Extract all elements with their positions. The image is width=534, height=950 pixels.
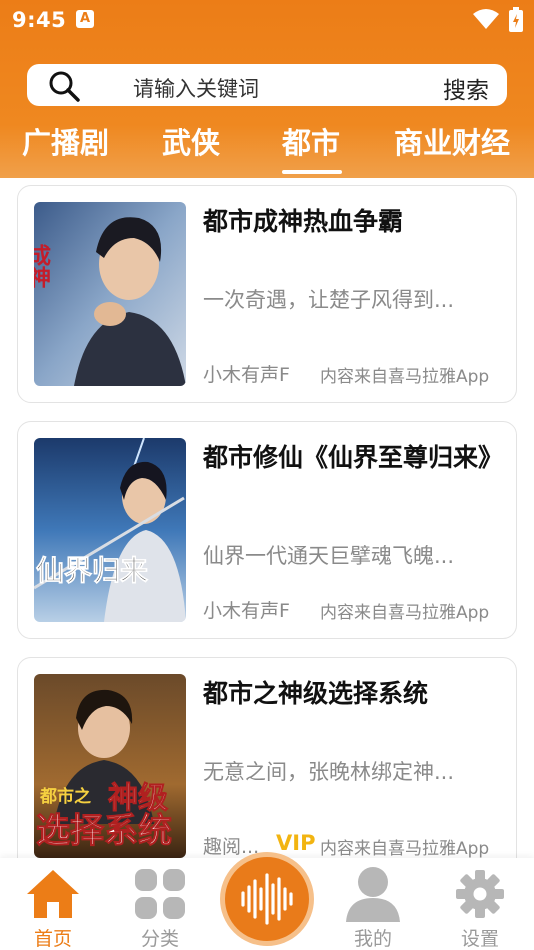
- book-title: 都市修仙《仙界至尊归来》: [203, 443, 504, 472]
- player-button[interactable]: [220, 852, 314, 946]
- nav-settings-label: 设置: [460, 928, 499, 950]
- status-bar: 9:45 A: [0, 0, 534, 42]
- status-time: 9:45: [12, 8, 67, 32]
- grid-icon: [135, 869, 185, 919]
- book-source: 内容来自喜马拉雅App: [320, 839, 490, 859]
- book-card[interactable]: 成神 都市成神热血争霸 一次奇遇，让楚子风得到... 小木有声F 内容来自喜马拉…: [17, 185, 517, 403]
- sound-wave-icon: [241, 873, 293, 925]
- wifi-icon: [473, 9, 499, 29]
- cover-title: 成神: [34, 244, 51, 288]
- home-icon: [27, 870, 79, 918]
- nav-settings[interactable]: 设置: [440, 858, 520, 950]
- nav-category-label: 分类: [140, 928, 179, 950]
- nav-home[interactable]: 首页: [13, 858, 93, 950]
- search-icon: [49, 71, 80, 102]
- tab-urban[interactable]: 都市: [282, 120, 340, 162]
- book-cover: 都市之 神级 选择系统: [34, 674, 186, 858]
- cover-title: 仙界归来: [36, 554, 148, 587]
- tab-business-finance[interactable]: 商业财经: [394, 120, 510, 162]
- nav-category[interactable]: 分类: [120, 858, 200, 950]
- book-description: 无意之间，张晚林绑定神...: [203, 760, 455, 784]
- book-source: 内容来自喜马拉雅App: [320, 367, 490, 387]
- book-card[interactable]: 都市之 神级 选择系统 都市之神级选择系统 无意之间，张晚林绑定神... 趣阅.…: [17, 657, 517, 875]
- book-title: 都市之神级选择系统: [203, 679, 429, 708]
- book-author: 小木有声F: [203, 364, 290, 386]
- book-card[interactable]: 仙界归来 都市修仙《仙界至尊归来》 仙界一代通天巨擘魂飞魄... 小木有声F 内…: [17, 421, 517, 639]
- gear-icon: [456, 870, 504, 918]
- search-button[interactable]: 搜索: [443, 71, 489, 105]
- tab-wuxia[interactable]: 武侠: [162, 120, 220, 162]
- user-icon: [346, 867, 400, 922]
- book-description: 仙界一代通天巨擘魂飞魄...: [203, 544, 455, 568]
- book-cover: 仙界归来: [34, 438, 186, 622]
- book-source: 内容来自喜马拉雅App: [320, 603, 490, 623]
- tab-radio-drama[interactable]: 广播剧: [22, 120, 109, 162]
- book-description: 一次奇遇，让楚子风得到...: [203, 288, 455, 312]
- category-tabs: 广播剧 武侠 都市 商业财经: [0, 118, 534, 178]
- cover-title-bottom: 选择系统: [36, 811, 172, 851]
- nav-home-label: 首页: [33, 928, 72, 950]
- battery-icon: [509, 7, 523, 32]
- book-author: 小木有声F: [203, 600, 290, 622]
- book-cover: 成神: [34, 202, 186, 386]
- search-input[interactable]: 请输入关键词: [133, 73, 259, 103]
- nav-mine[interactable]: 我的: [333, 858, 413, 950]
- cover-title-top: 都市之: [39, 786, 91, 807]
- search-bar[interactable]: 请输入关键词 搜索: [27, 64, 507, 106]
- active-tab-indicator: [282, 170, 342, 174]
- notification-icon: A: [76, 10, 94, 28]
- header: 9:45 A 请输入关键词 搜索 广播剧 武侠 都市 商业财经: [0, 0, 534, 178]
- book-title: 都市成神热血争霸: [203, 207, 404, 236]
- vip-badge: VIP: [276, 831, 316, 855]
- bottom-nav: 首页 分类 我的 设置: [0, 852, 534, 950]
- nav-mine-label: 我的: [353, 928, 392, 950]
